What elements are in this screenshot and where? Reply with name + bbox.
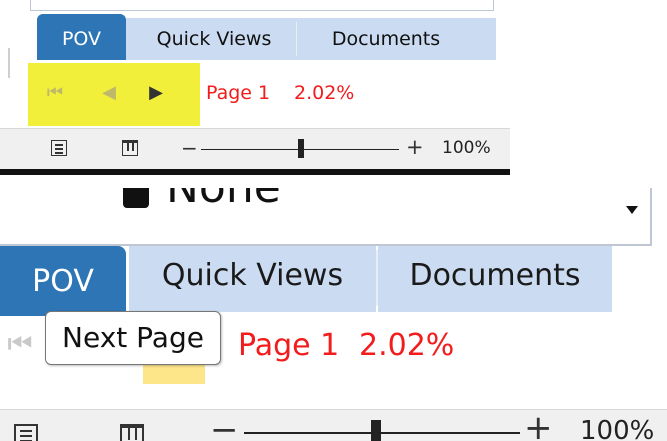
skip-to-start-icon[interactable]: ⏮	[4, 328, 36, 360]
divider	[0, 169, 510, 175]
zoom-level: 100%	[580, 416, 655, 441]
zoom-in-button[interactable]: +	[406, 135, 424, 159]
next-icon[interactable]: ▶	[146, 83, 166, 103]
previous-icon[interactable]: ◀	[99, 83, 119, 103]
single-page-icon[interactable]	[14, 424, 38, 441]
percent-label: 2.02%	[359, 328, 455, 363]
tab-pov[interactable]: POV	[0, 246, 126, 316]
zoom-out-button[interactable]: −	[210, 410, 239, 441]
dropdown[interactable]: None	[0, 188, 652, 246]
page-label: Page 1	[238, 328, 340, 363]
tab-quick-views[interactable]: Quick Views	[130, 18, 298, 60]
zoom-slider-thumb[interactable]	[298, 139, 304, 158]
next-page-tooltip: Next Page	[45, 311, 221, 365]
percent-label: 2.02%	[294, 82, 355, 104]
navigation-panel-zoomed: None POV Quick Views Documents ⏮ ◀ ▶ Pag…	[0, 188, 667, 441]
tab-documents[interactable]: Documents	[298, 18, 474, 60]
dropdown-value: None	[166, 188, 281, 213]
panel-edge	[8, 48, 10, 78]
navigation-panel-normal: POV Quick Views Documents ⏮ ◀ ▶ Page 1 2…	[0, 0, 510, 175]
tab-quick-views[interactable]: Quick Views	[129, 246, 376, 312]
dropdown-frame-edge	[30, 0, 494, 11]
chevron-down-icon[interactable]	[626, 206, 638, 214]
tab-divider	[296, 22, 297, 56]
tab-pov[interactable]: POV	[37, 14, 126, 60]
tab-documents[interactable]: Documents	[378, 246, 612, 312]
zoom-in-button[interactable]: +	[524, 408, 553, 441]
zoom-level: 100%	[442, 138, 491, 158]
skip-to-start-icon[interactable]: ⏮	[45, 83, 65, 103]
zoom-slider-thumb[interactable]	[371, 420, 381, 441]
book-view-icon[interactable]	[120, 424, 144, 441]
zoom-slider-track[interactable]	[244, 432, 520, 434]
status-bar	[0, 409, 667, 441]
dropdown-bullet-icon	[123, 188, 149, 208]
page-label: Page 1	[206, 82, 271, 104]
book-view-icon[interactable]	[122, 140, 138, 156]
zoom-out-button[interactable]: −	[181, 136, 198, 160]
single-page-icon[interactable]	[51, 140, 67, 156]
